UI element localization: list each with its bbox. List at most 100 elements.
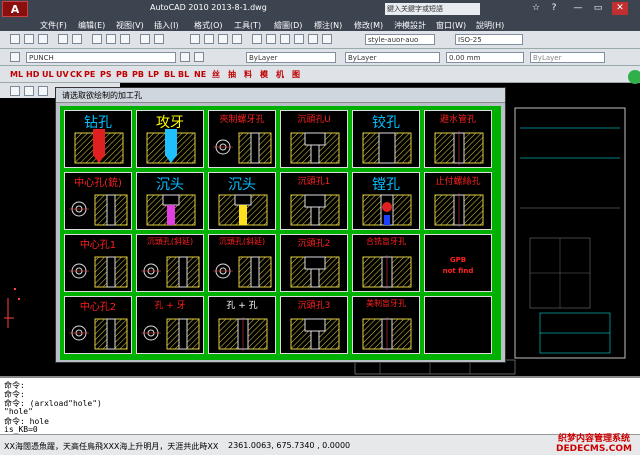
properties-icon[interactable] [252,34,262,44]
hole-type-cell[interactable]: 合铣盲牙孔 [352,234,420,292]
save-icon[interactable] [38,34,48,44]
undo-icon[interactable] [140,34,150,44]
copy-icon[interactable] [106,34,116,44]
hole-type-cell[interactable]: 攻牙 [136,110,204,168]
tool-drawing[interactable]: 图 [292,69,300,80]
hole-type-cell[interactable]: 沉頭孔(斜延) [208,234,276,292]
menu-dimension[interactable]: 標注(N) [314,20,342,31]
hole-type-cell[interactable]: 中心孔(銃) [64,172,132,230]
zoom-window-icon[interactable] [218,34,228,44]
tool-uv[interactable]: UV [56,69,69,80]
plotstyle-select[interactable]: ByLayer [530,52,605,63]
hole-type-cell[interactable]: 孔 + 孔 [208,296,276,354]
tool-material[interactable]: 料 [244,69,252,80]
tool-ps[interactable]: PS [100,69,112,80]
eraser-icon[interactable] [38,86,48,96]
menu-file[interactable]: 文件(F) [40,20,67,31]
help-search-input[interactable]: 鍵入关鍵字或短語 [385,3,480,15]
tool-ml[interactable]: ML [10,69,23,80]
hole-type-cell[interactable]: 中心孔2 [64,296,132,354]
redo-icon[interactable] [154,34,164,44]
color-select[interactable]: ByLayer [246,52,336,63]
hole-type-cell[interactable]: 孔 + 牙 [136,296,204,354]
command-window[interactable]: 命令: 命令: 命令: (arxload"hole") "hole" 命令: h… [0,376,640,434]
hole-type-cell[interactable]: 沉頭孔2 [280,234,348,292]
minimize-button[interactable]: — [570,2,586,15]
cursor-coordinates: 2361.0063, 675.7340 , 0.0000 [228,441,351,450]
linetype-select[interactable]: ByLayer [345,52,440,63]
bring-front-icon[interactable] [10,86,20,96]
hole-type-cell[interactable]: 沉头 [136,172,204,230]
hole-section-icon [290,132,340,164]
menu-modify[interactable]: 修改(M) [354,20,383,31]
command-input-line[interactable]: is_KB=0 [4,425,38,434]
favorites-icon[interactable]: ☆ [528,2,544,15]
hole-type-cell[interactable]: 沉頭孔1 [280,172,348,230]
hole-type-cell[interactable]: 避水管孔 [424,110,492,168]
layer-manager-icon[interactable] [10,52,20,62]
hole-type-cell[interactable]: 钻孔 [64,110,132,168]
pan-icon[interactable] [190,34,200,44]
hole-type-cell[interactable]: 夾制螺牙孔 [208,110,276,168]
tool-machine[interactable]: 机 [276,69,284,80]
menu-format[interactable]: 格式(O) [194,20,223,31]
menu-draw[interactable]: 繪圖(D) [274,20,302,31]
tool-ck[interactable]: CK [70,69,82,80]
help-icon[interactable]: ? [546,2,562,15]
hole-type-cell[interactable]: 止付螺絲孔 [424,172,492,230]
layer-select[interactable]: PUNCH [26,52,176,63]
menu-tools[interactable]: 工具(T) [234,20,261,31]
dim-style-select[interactable]: ISO-25 [455,34,523,45]
menu-window[interactable]: 窗口(W) [436,20,466,31]
calc-icon[interactable] [322,34,332,44]
hole-type-cell[interactable]: 镗孔 [352,172,420,230]
tool-extract[interactable]: 抽 [228,69,236,80]
hole-type-cell[interactable]: 沉头 [208,172,276,230]
hole-type-cell[interactable]: 沉頭孔3 [280,296,348,354]
make-current-icon[interactable] [194,52,204,62]
open-icon[interactable] [24,34,34,44]
new-icon[interactable] [10,34,20,44]
paste-icon[interactable] [120,34,130,44]
zoom-previous-icon[interactable] [232,34,242,44]
hole-type-cell[interactable] [424,296,492,354]
maximize-button[interactable]: ▭ [590,2,606,15]
hole-type-cell[interactable]: 中心孔1 [64,234,132,292]
tool-wire[interactable]: 丝 [212,69,220,80]
layer-previous-icon[interactable] [180,52,190,62]
markup-icon[interactable] [308,34,318,44]
tool-pb[interactable]: PB [116,69,128,80]
close-button[interactable]: ✕ [612,2,628,15]
tool-pe[interactable]: PE [84,69,95,80]
tool-hd[interactable]: HD [26,69,39,80]
print-icon[interactable] [58,34,68,44]
design-center-icon[interactable] [266,34,276,44]
menu-insert[interactable]: 插入(I) [154,20,179,31]
cut-icon[interactable] [92,34,102,44]
hole-type-cell[interactable]: GPB not find [424,234,492,292]
preview-icon[interactable] [72,34,82,44]
send-back-icon[interactable] [24,86,34,96]
tool-pb-2[interactable]: PB [132,69,144,80]
menu-edit[interactable]: 编辑(E) [78,20,105,31]
hole-type-cell[interactable]: 铰孔 [352,110,420,168]
application-menu-button[interactable]: A [2,1,28,17]
hole-type-cell[interactable]: 美制盲牙孔 [352,296,420,354]
menu-help[interactable]: 說明(H) [476,20,504,31]
text-style-select[interactable]: style-auor-auo [365,34,435,45]
tool-bl-2[interactable]: BL [178,69,189,80]
sheet-set-icon[interactable] [294,34,304,44]
menu-view[interactable]: 视图(V) [116,20,144,31]
lineweight-select[interactable]: 0.00 mm [446,52,524,63]
hole-section-icon [362,194,412,226]
tool-ul[interactable]: UL [42,69,54,80]
menu-die-design[interactable]: 沖模設計 [394,20,426,31]
tool-ne[interactable]: NE [194,69,206,80]
tool-bl[interactable]: BL [164,69,175,80]
tool-mold[interactable]: 模 [260,69,268,80]
hole-type-cell[interactable]: 沉頭孔(斜延) [136,234,204,292]
hole-type-cell[interactable]: 沉頭孔U [280,110,348,168]
tool-lp[interactable]: LP [148,69,159,80]
tool-palette-icon[interactable] [280,34,290,44]
zoom-icon[interactable] [204,34,214,44]
